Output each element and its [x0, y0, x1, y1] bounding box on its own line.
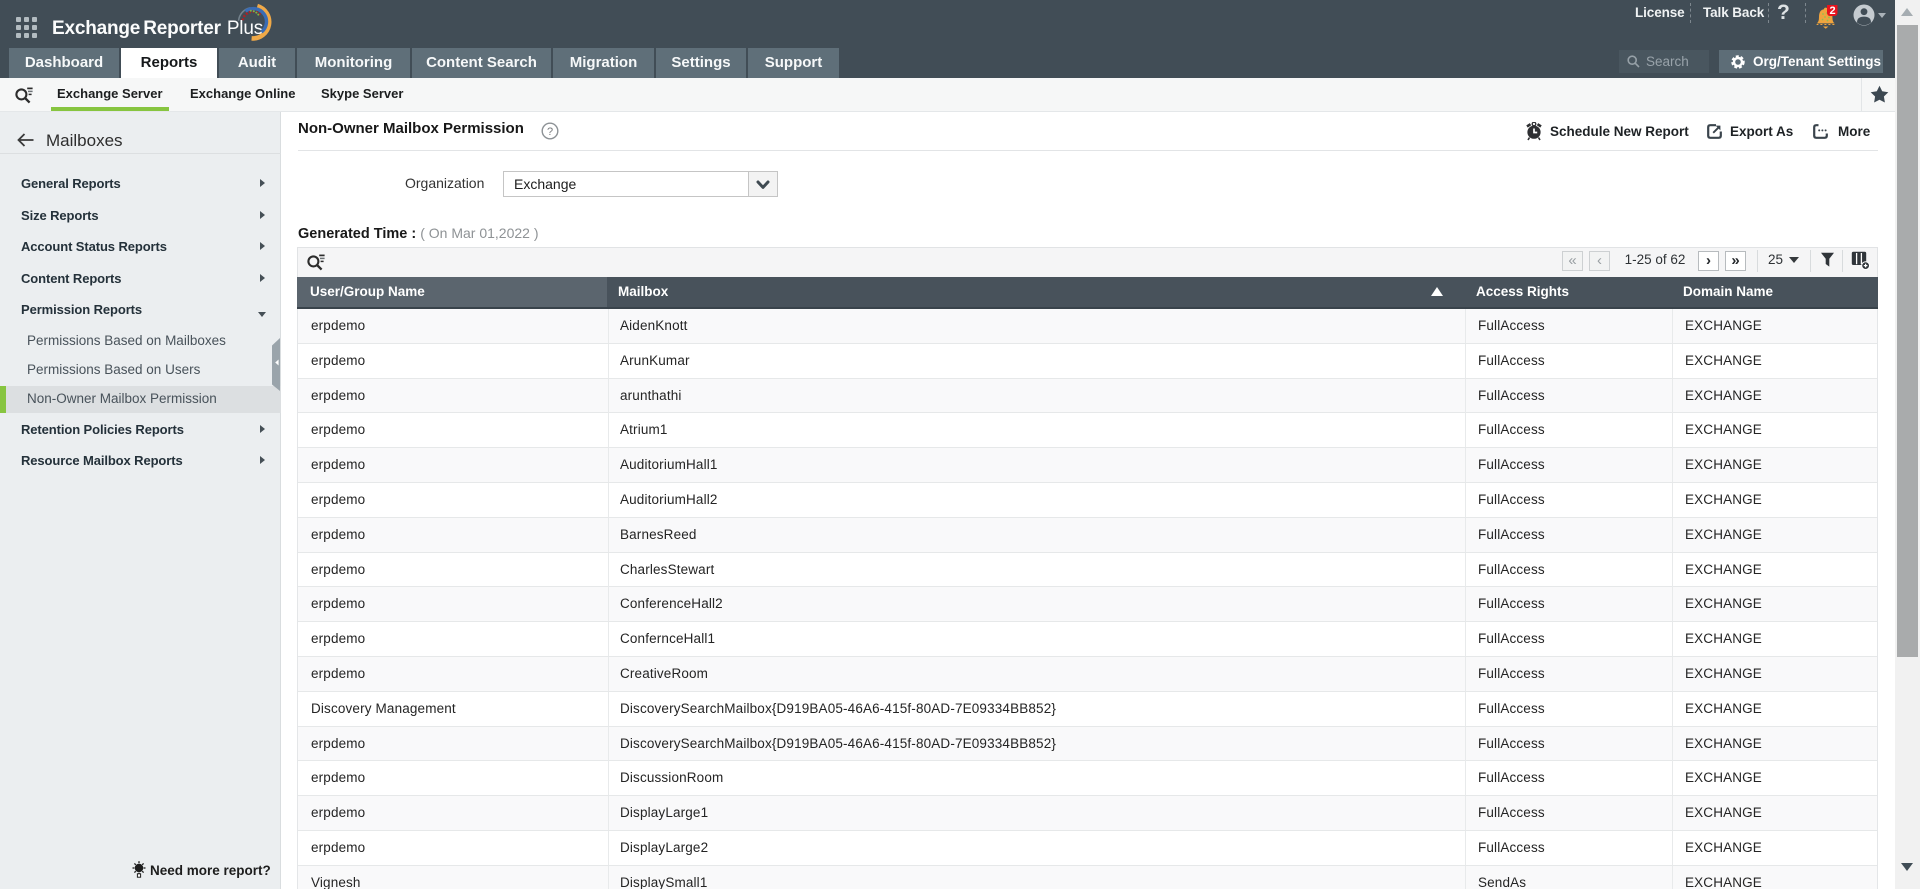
svg-text:?: ? — [547, 126, 553, 138]
svg-text:2: 2 — [1829, 5, 1835, 17]
